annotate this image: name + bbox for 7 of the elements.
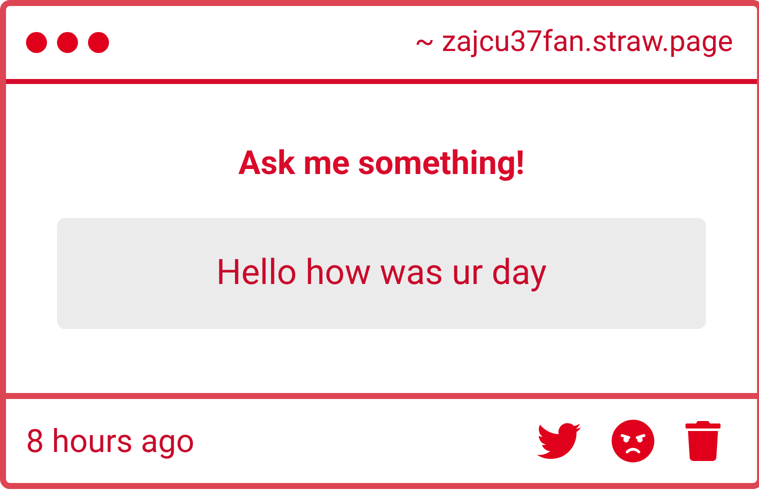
twitter-bird-icon[interactable] — [537, 421, 581, 461]
question-text: Hello how was ur day — [216, 251, 547, 296]
angry-face-icon[interactable] — [611, 419, 655, 463]
prompt-title: Ask me something! — [238, 147, 525, 180]
trash-icon[interactable] — [685, 420, 721, 462]
timestamp: 8 hours ago — [26, 421, 194, 462]
site-url: ~ zajcu37fan.straw.page — [414, 24, 733, 61]
